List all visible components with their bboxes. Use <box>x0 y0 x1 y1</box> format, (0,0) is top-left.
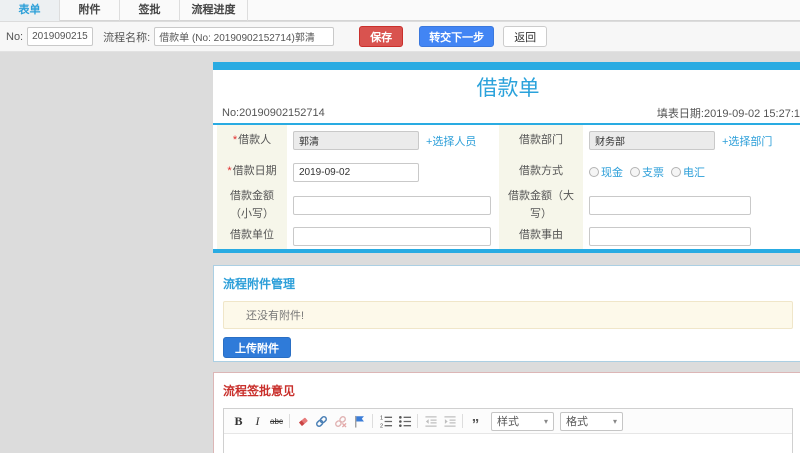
dept-label: 借款部门 <box>499 125 583 156</box>
amount-upper-input[interactable] <box>589 196 751 215</box>
borrow-date-label: *借款日期 <box>217 156 287 188</box>
amount-upper-label: 借款金额（大写） <box>499 188 583 223</box>
save-button[interactable]: 保存 <box>359 26 404 47</box>
no-input[interactable] <box>27 27 94 46</box>
borrow-date-input[interactable] <box>293 162 419 182</box>
toolbar-separator <box>417 414 418 428</box>
form-date-text: 填表日期:2019-09-02 15:27:1 <box>656 108 800 120</box>
radio-icon[interactable] <box>630 167 640 177</box>
no-attachment-alert: 还没有附件! <box>223 301 793 329</box>
radio-icon[interactable] <box>589 167 599 177</box>
radio-option-wire[interactable]: 电汇 <box>671 164 705 180</box>
reason-field <box>583 223 800 249</box>
amount-lower-field <box>287 188 499 223</box>
form-title: 借款单 <box>476 77 540 100</box>
attachment-panel: 流程附件管理 还没有附件! 上传附件 <box>213 265 800 362</box>
editor-body[interactable] <box>224 434 792 453</box>
outdent-icon[interactable] <box>422 412 439 431</box>
method-field: 现金 支票 电汇 <box>583 156 800 188</box>
upload-attachment-button[interactable]: 上传附件 <box>223 337 291 358</box>
italic-icon[interactable]: I <box>249 412 266 431</box>
amount-lower-input[interactable] <box>293 196 491 215</box>
sign-panel: 流程签批意见 B I abc 1 2 ” 样式 ▾ 格式 ▾ <box>213 372 800 453</box>
unit-label: 借款单位 <box>217 223 287 249</box>
borrower-field: +选择人员 <box>287 125 499 156</box>
bold-icon[interactable]: B <box>230 412 247 431</box>
borrower-input[interactable] <box>293 131 419 150</box>
screen: 表单 附件 签批 流程进度 No: 流程名称: 保存 转交下一步 返回 借款单 … <box>0 0 800 453</box>
action-toolbar: No: 流程名称: 保存 转交下一步 返回 <box>0 22 800 52</box>
toolbar-separator <box>372 414 373 428</box>
toolbar-separator <box>462 414 463 428</box>
reason-label: 借款事由 <box>499 223 583 249</box>
link-icon[interactable] <box>313 412 330 431</box>
no-label: No: <box>6 30 24 43</box>
unit-input[interactable] <box>293 226 491 246</box>
form-no-text: No:20190902152714 <box>222 107 325 119</box>
tab-process-progress[interactable]: 流程进度 <box>180 0 248 21</box>
amount-lower-label: 借款金额（小写） <box>217 188 287 223</box>
tab-approval[interactable]: 签批 <box>120 0 180 21</box>
strikethrough-icon[interactable]: abc <box>268 412 285 431</box>
toolbar-separator <box>289 414 290 428</box>
blockquote-icon[interactable]: ” <box>467 412 484 432</box>
tab-form[interactable]: 表单 <box>0 0 60 21</box>
method-label: 借款方式 <box>499 156 583 188</box>
panel-top-bar <box>213 62 800 70</box>
form-table: *借款人 +选择人员 借款部门 +选择部门 *借款日期 借款方式 现金 支票 电… <box>213 123 800 253</box>
form-panel: 借款单 No:20190902152714 填表日期:2019-09-02 15… <box>213 62 800 253</box>
chevron-down-icon: ▾ <box>543 416 548 426</box>
reason-input[interactable] <box>589 226 751 246</box>
select-person-link[interactable]: +选择人员 <box>426 133 476 149</box>
bulleted-list-icon[interactable] <box>396 412 413 431</box>
tab-bar: 表单 附件 签批 流程进度 <box>0 0 800 21</box>
select-dept-link[interactable]: +选择部门 <box>722 133 772 149</box>
radio-option-cash[interactable]: 现金 <box>589 164 623 180</box>
form-subheader: No:20190902152714 填表日期:2019-09-02 15:27:… <box>213 103 800 123</box>
borrower-label: *借款人 <box>217 125 287 156</box>
required-marker: * <box>227 165 232 178</box>
format-dropdown[interactable]: 格式 ▾ <box>560 411 623 431</box>
dept-input[interactable] <box>589 131 715 150</box>
chevron-down-icon: ▾ <box>612 416 617 426</box>
format-dropdown-label: 格式 <box>566 416 588 428</box>
back-button[interactable]: 返回 <box>503 26 548 47</box>
sign-heading: 流程签批意见 <box>223 384 296 398</box>
dept-field: +选择部门 <box>583 125 800 156</box>
radio-option-cheque[interactable]: 支票 <box>630 164 664 180</box>
attachment-heading: 流程附件管理 <box>223 277 296 291</box>
styles-dropdown[interactable]: 样式 ▾ <box>491 411 554 431</box>
borrow-date-field <box>287 156 499 188</box>
styles-dropdown-label: 样式 <box>497 416 519 428</box>
required-marker: * <box>232 133 238 146</box>
svg-text:1: 1 <box>379 415 382 421</box>
flow-name-label: 流程名称: <box>103 31 151 44</box>
numbered-list-icon[interactable]: 12 <box>377 412 394 431</box>
indent-icon[interactable] <box>441 412 458 431</box>
anchor-flag-icon[interactable] <box>351 412 368 431</box>
editor-toolbar: B I abc 12 ” 样式 ▾ 格式 ▾ <box>224 409 792 434</box>
tab-attachment[interactable]: 附件 <box>60 0 120 21</box>
amount-upper-field <box>583 188 800 223</box>
remove-format-icon[interactable] <box>294 412 311 431</box>
radio-icon[interactable] <box>671 167 681 177</box>
unit-field <box>287 223 499 249</box>
rich-text-editor: B I abc 12 ” 样式 ▾ 格式 ▾ <box>223 408 793 453</box>
flow-name-input[interactable] <box>154 27 335 46</box>
unlink-icon[interactable] <box>332 412 349 431</box>
svg-text:2: 2 <box>379 423 382 427</box>
next-step-button[interactable]: 转交下一步 <box>419 26 495 47</box>
